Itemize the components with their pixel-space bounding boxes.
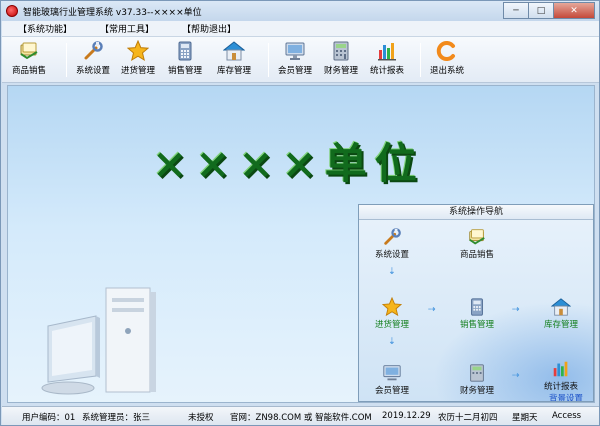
settings-icon: [84, 41, 103, 60]
nav-label: 商品销售: [459, 250, 494, 260]
app-window: 智能玻璃行业管理系统 v37.33--××××单位 ─ □ ✕ 【系统功能】 【…: [0, 0, 600, 426]
status-database: Access: [552, 411, 582, 421]
nav-label: 财务管理: [459, 386, 494, 396]
nav-inventory-mgmt[interactable]: 库存管理: [531, 297, 591, 330]
toolbar-label: 系统设置: [76, 66, 111, 76]
toolbar-label: 库存管理: [217, 66, 252, 76]
status-weekday: 星期天: [512, 413, 538, 423]
navigation-panel: 系统操作导航 系统设置 商品销售 ⇣ 进货管理 ⇢ 销售管理 ⇢ 库存管理 ⇣ …: [358, 204, 594, 402]
toolbar-label: 商品销售: [12, 66, 47, 76]
chart-icon: [378, 43, 396, 61]
monitor-icon: [383, 365, 401, 381]
nav-label: 系统设置: [374, 250, 409, 260]
sales-icon: [20, 42, 38, 60]
toolbar-label: 退出系统: [430, 66, 465, 76]
nav-purchase-mgmt[interactable]: 进货管理: [362, 297, 422, 330]
arrow-down-icon: ⇣: [388, 337, 396, 347]
toolbar-label: 会员管理: [278, 66, 313, 76]
menu-bar: 【系统功能】 【常用工具】 【帮助退出】: [2, 21, 599, 37]
nav-label: 进货管理: [374, 320, 409, 330]
toolbar-member-button[interactable]: 会员管理: [278, 40, 312, 80]
close-button[interactable]: ✕: [553, 2, 595, 19]
status-date: 2019.12.29: [382, 411, 431, 421]
toolbar-inventory-button[interactable]: 库存管理: [217, 40, 251, 80]
status-lunar-date: 农历十二月初四: [438, 413, 498, 423]
arrow-down-icon: ⇣: [388, 267, 396, 277]
toolbar-exit-button[interactable]: 退出系统: [430, 40, 464, 80]
star-icon: [382, 297, 402, 317]
brand-title: ××××单位: [152, 139, 425, 188]
nav-product-sales[interactable]: 商品销售: [447, 227, 507, 260]
toolbar-separator: [420, 43, 421, 77]
menu-common-tools[interactable]: 【常用工具】: [84, 22, 166, 35]
toolbar-label: 财务管理: [324, 66, 359, 76]
menu-system-functions[interactable]: 【系统功能】: [2, 22, 84, 35]
arrow-right-icon: ⇢: [512, 305, 520, 315]
app-logo-icon: [6, 5, 18, 17]
toolbar: 商品销售 系统设置 进货管理 销售管理 库存管理 会员管理 财务管理 统计报表 …: [2, 37, 599, 83]
monitor-icon: [285, 42, 305, 60]
toolbar-label: 统计报表: [370, 66, 405, 76]
nav-panel-title: 系统操作导航: [359, 205, 593, 220]
nav-label: 统计报表: [543, 382, 578, 392]
computer-illustration: [41, 287, 156, 395]
toolbar-separator: [66, 43, 67, 77]
toolbar-label: 销售管理: [168, 66, 203, 76]
toolbar-label: 进货管理: [121, 66, 156, 76]
status-user-code: 用户编码：01: [22, 413, 76, 423]
status-admin: 系统管理员：张三: [82, 413, 151, 423]
calculator-icon: [471, 298, 483, 316]
arrow-right-icon: ⇢: [512, 371, 520, 381]
main-workspace: ××××单位 系统操作导航 系统设置 商品销售 ⇣ 进货管理 ⇢ 销售管理 ⇢ …: [7, 85, 595, 403]
nav-finance-mgmt[interactable]: 财务管理: [447, 363, 507, 396]
status-website: 官网：ZN98.COM 或 智能软件.COM: [230, 413, 372, 423]
warehouse-icon: [551, 298, 571, 316]
window-controls: ─ □ ✕: [503, 2, 595, 19]
toolbar-sales-button[interactable]: 商品销售: [12, 40, 46, 80]
nav-sales-mgmt[interactable]: 销售管理: [447, 297, 507, 330]
sales-icon: [469, 229, 485, 245]
menu-help-exit[interactable]: 【帮助退出】: [166, 22, 248, 35]
star-icon: [127, 40, 149, 62]
settings-icon: [384, 228, 401, 245]
nav-label: 库存管理: [543, 320, 578, 330]
nav-report[interactable]: 统计报表: [531, 359, 591, 392]
title-bar[interactable]: 智能玻璃行业管理系统 v37.33--××××单位 ─ □ ✕: [1, 1, 599, 21]
toolbar-sales-mgmt-button[interactable]: 销售管理: [168, 40, 202, 80]
nav-label: 会员管理: [374, 386, 409, 396]
toolbar-purchase-button[interactable]: 进货管理: [121, 40, 155, 80]
toolbar-finance-button[interactable]: 财务管理: [324, 40, 358, 80]
status-license: 未授权: [188, 413, 214, 423]
chart-icon: [553, 361, 568, 377]
finance-icon: [470, 364, 484, 382]
background-settings-link[interactable]: 背景设置: [549, 392, 583, 401]
calculator-icon: [178, 41, 192, 61]
finance-icon: [333, 41, 349, 61]
arrow-right-icon: ⇢: [428, 305, 436, 315]
window-title: 智能玻璃行业管理系统 v37.33--××××单位: [23, 7, 202, 18]
nav-system-settings[interactable]: 系统设置: [362, 227, 422, 260]
toolbar-report-button[interactable]: 统计报表: [370, 40, 404, 80]
maximize-button[interactable]: □: [528, 2, 554, 19]
status-bar: 用户编码：01 系统管理员：张三 未授权 官网：ZN98.COM 或 智能软件.…: [2, 406, 599, 425]
nav-member-mgmt[interactable]: 会员管理: [362, 363, 422, 396]
nav-label: 销售管理: [459, 320, 494, 330]
minimize-button[interactable]: ─: [503, 2, 529, 19]
toolbar-separator: [268, 43, 269, 77]
exit-icon: [436, 41, 455, 61]
warehouse-icon: [223, 41, 245, 61]
toolbar-settings-button[interactable]: 系统设置: [76, 40, 110, 80]
